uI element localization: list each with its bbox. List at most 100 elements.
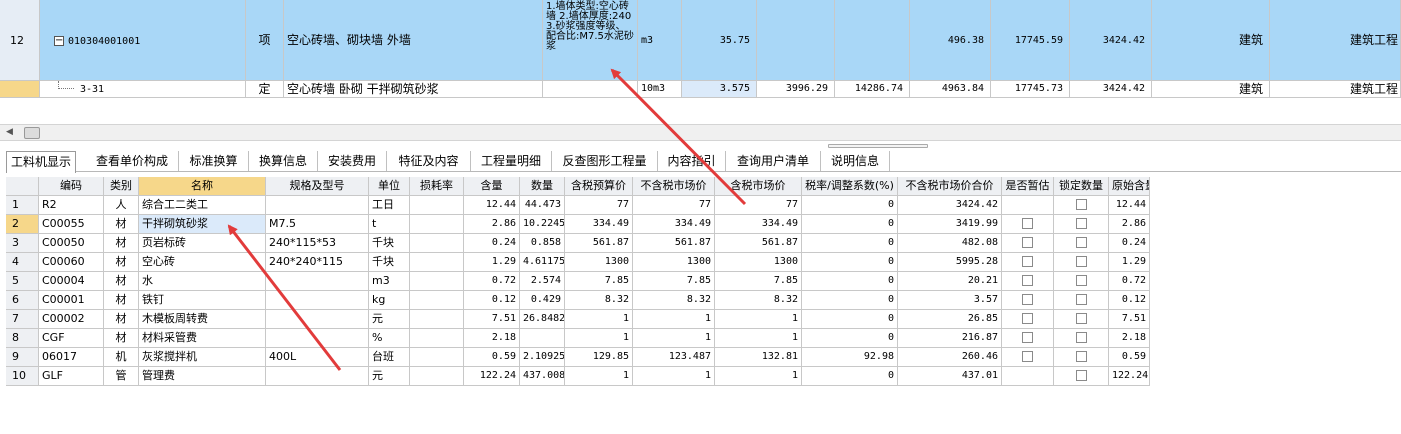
market-price-excl-tax-cell[interactable]: 123.487 [633, 348, 715, 367]
tax-budget-price-cell[interactable]: 334.49 [565, 215, 633, 234]
row-number[interactable]: 5 [6, 272, 39, 291]
market-price-excl-tax-cell[interactable]: 7.85 [633, 272, 715, 291]
original-content-cell[interactable]: 0.72 [1109, 272, 1150, 291]
market-total-cell[interactable]: 3.57 [898, 291, 1002, 310]
content-cell[interactable]: 0.12 [464, 291, 520, 310]
unit-cell[interactable]: m3 [638, 0, 682, 81]
provisional-cell[interactable] [1002, 196, 1054, 215]
column-header[interactable]: 含税预算价 [565, 177, 633, 196]
name-cell[interactable]: 管理费 [139, 367, 266, 386]
category-cell[interactable]: 材 [104, 310, 139, 329]
category-cell[interactable]: 管 [104, 367, 139, 386]
lock-qty-cell[interactable] [1054, 272, 1109, 291]
market-price-excl-tax-cell[interactable]: 8.32 [633, 291, 715, 310]
tax-rate-cell[interactable]: 92.98 [802, 348, 898, 367]
spec-cell[interactable] [266, 367, 369, 386]
spec-cell[interactable] [266, 310, 369, 329]
loss-rate-cell[interactable] [410, 215, 464, 234]
name-cell[interactable]: 材料采管费 [139, 329, 266, 348]
loss-rate-cell[interactable] [410, 329, 464, 348]
scroll-left-icon[interactable]: ◀ [6, 127, 13, 137]
price-cell-4[interactable]: 17745.59 [991, 0, 1070, 81]
lock-qty-cell[interactable] [1054, 291, 1109, 310]
row-number[interactable]: 10 [6, 367, 39, 386]
unit-cell[interactable]: 千块 [369, 253, 410, 272]
spec-cell[interactable]: 240*115*53 [266, 234, 369, 253]
provisional-cell[interactable] [1002, 329, 1054, 348]
quantity-cell[interactable]: 26.8482 [520, 310, 565, 329]
tax-rate-cell[interactable]: 0 [802, 367, 898, 386]
tax-rate-cell[interactable]: 0 [802, 310, 898, 329]
market-price-incl-tax-cell[interactable]: 1300 [715, 253, 802, 272]
column-header[interactable]: 原始含量 [1109, 177, 1150, 196]
column-header[interactable]: 类别 [104, 177, 139, 196]
market-price-incl-tax-cell[interactable]: 132.81 [715, 348, 802, 367]
tab-graphic-quantity[interactable]: 反查图形工程量 [552, 151, 658, 172]
tax-budget-price-cell[interactable]: 1300 [565, 253, 633, 272]
code-cell[interactable]: GLF [39, 367, 104, 386]
tab-conversion-info[interactable]: 换算信息 [249, 151, 318, 172]
original-content-cell[interactable]: 0.59 [1109, 348, 1150, 367]
unit-cell[interactable]: 元 [369, 310, 410, 329]
code-cell[interactable]: C00060 [39, 253, 104, 272]
market-price-incl-tax-cell[interactable]: 8.32 [715, 291, 802, 310]
tab-labor-material-machine[interactable]: 工料机显示 [6, 151, 76, 173]
unit-cell[interactable]: 10m3 [638, 81, 682, 98]
row-number[interactable]: 1 [6, 196, 39, 215]
unit-cell[interactable]: 工日 [369, 196, 410, 215]
name-cell[interactable]: 干拌砌筑砂浆 [139, 215, 266, 234]
column-header[interactable]: 规格及型号 [266, 177, 369, 196]
lock-qty-cell[interactable] [1054, 215, 1109, 234]
tax-budget-price-cell[interactable]: 1 [565, 329, 633, 348]
loss-rate-cell[interactable] [410, 272, 464, 291]
name-cell[interactable]: 空心砖墙 卧砌 干拌砌筑砂浆 [284, 81, 543, 98]
code-cell[interactable]: 06017 [39, 348, 104, 367]
tax-budget-price-cell[interactable]: 1 [565, 367, 633, 386]
column-header[interactable]: 是否暂估 [1002, 177, 1054, 196]
market-price-excl-tax-cell[interactable]: 334.49 [633, 215, 715, 234]
market-price-excl-tax-cell[interactable]: 77 [633, 196, 715, 215]
market-price-incl-tax-cell[interactable]: 1 [715, 329, 802, 348]
name-cell[interactable]: 木模板周转费 [139, 310, 266, 329]
market-price-excl-tax-cell[interactable]: 561.87 [633, 234, 715, 253]
market-price-excl-tax-cell[interactable]: 1300 [633, 253, 715, 272]
name-cell[interactable]: 铁钉 [139, 291, 266, 310]
column-header[interactable]: 不含税市场价 [633, 177, 715, 196]
discipline-cell[interactable]: 建筑 [1152, 81, 1270, 98]
spec-cell[interactable] [266, 329, 369, 348]
lock-quantity-checkbox[interactable] [1075, 293, 1087, 305]
code-cell[interactable]: R2 [39, 196, 104, 215]
column-header[interactable]: 不含税市场价合价 [898, 177, 1002, 196]
market-total-cell[interactable]: 3419.99 [898, 215, 1002, 234]
row-number[interactable]: 8 [6, 329, 39, 348]
provisional-checkbox[interactable] [1022, 217, 1033, 229]
provisional-cell[interactable] [1002, 272, 1054, 291]
price-cell-2[interactable] [835, 0, 910, 81]
lock-quantity-checkbox[interactable] [1075, 331, 1087, 343]
quantity-cell[interactable]: 2.10925 [520, 348, 565, 367]
market-price-excl-tax-cell[interactable]: 1 [633, 329, 715, 348]
original-content-cell[interactable]: 0.24 [1109, 234, 1150, 253]
quantity-cell[interactable]: 2.574 [520, 272, 565, 291]
quantity-cell[interactable]: 3.575 [682, 81, 757, 98]
quantity-cell[interactable]: 0.858 [520, 234, 565, 253]
provisional-checkbox[interactable] [1022, 274, 1033, 286]
original-content-cell[interactable]: 2.18 [1109, 329, 1150, 348]
unit-cell[interactable]: m3 [369, 272, 410, 291]
tax-rate-cell[interactable]: 0 [802, 272, 898, 291]
content-cell[interactable]: 12.44 [464, 196, 520, 215]
lock-qty-cell[interactable] [1054, 310, 1109, 329]
spec-cell[interactable]: 240*240*115 [266, 253, 369, 272]
code-cell[interactable]: C00055 [39, 215, 104, 234]
tab-user-list-query[interactable]: 查询用户清单 [726, 151, 821, 172]
category-cell[interactable]: 材 [104, 329, 139, 348]
row-number[interactable]: 4 [6, 253, 39, 272]
row-number[interactable]: 2 [6, 215, 39, 234]
type-cell[interactable]: 定 [246, 81, 284, 98]
content-cell[interactable]: 0.24 [464, 234, 520, 253]
lock-quantity-checkbox[interactable] [1075, 255, 1087, 267]
price-cell-3[interactable]: 4963.84 [910, 81, 991, 98]
quantity-cell[interactable]: 437.008 [520, 367, 565, 386]
market-total-cell[interactable]: 437.01 [898, 367, 1002, 386]
quantity-cell[interactable]: 0.429 [520, 291, 565, 310]
